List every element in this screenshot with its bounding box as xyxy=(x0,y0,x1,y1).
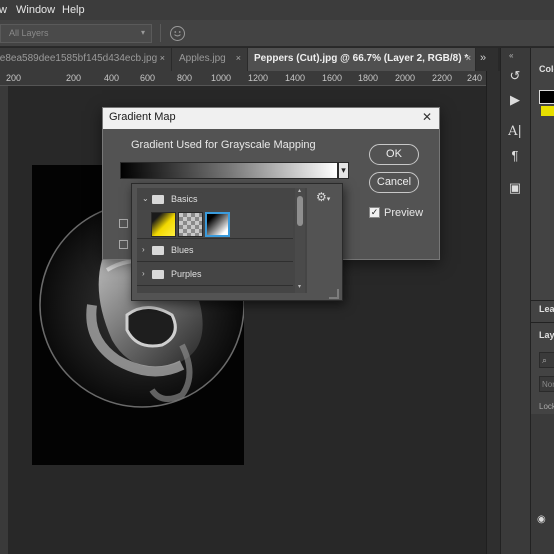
horizontal-ruler: 200 200 400 600 800 1000 1200 1400 1600 … xyxy=(0,71,486,86)
preset-group-blues[interactable]: › Blues xyxy=(137,239,293,261)
learn-panel-label[interactable]: Lea xyxy=(539,304,554,314)
ruler-label: 200 xyxy=(6,73,22,83)
close-icon[interactable]: × xyxy=(160,53,165,63)
dialog-title: Gradient Map xyxy=(109,111,176,123)
eye-visibility-icon[interactable]: ◉ xyxy=(537,514,546,525)
chevron-down-icon: ▾ xyxy=(140,28,145,37)
character-icon[interactable]: A| xyxy=(507,124,523,140)
reverse-checkbox[interactable] xyxy=(119,240,128,249)
smile-icon[interactable] xyxy=(170,26,185,41)
ok-button[interactable]: OK xyxy=(369,144,419,165)
panels-dock: Colo Lea Lay ⌕ Nor Lock ◉ xyxy=(530,48,554,554)
layers-list xyxy=(531,414,554,554)
menu-item-view[interactable]: w xyxy=(0,4,7,16)
picker-scroll-thumb[interactable] xyxy=(297,196,303,226)
3d-icon[interactable]: ▣ xyxy=(507,180,523,196)
background-color-swatch[interactable] xyxy=(541,106,554,116)
preset-group-label: Blues xyxy=(171,245,194,255)
ruler-label: 1000 xyxy=(211,73,232,83)
lock-label: Lock xyxy=(539,402,554,411)
gear-icon[interactable]: ⚙▾ xyxy=(316,190,330,204)
ruler-label: 1400 xyxy=(285,73,306,83)
close-icon[interactable]: ✕ xyxy=(422,110,432,124)
canvas-vertical-scrollbar[interactable] xyxy=(486,71,500,554)
scroll-up-icon[interactable]: ▴ xyxy=(298,187,301,194)
panel-divider xyxy=(531,300,554,301)
dither-checkbox[interactable] xyxy=(119,219,128,228)
preset-group-basics[interactable]: ⌄ Basics xyxy=(137,188,293,210)
preset-group-label: Basics xyxy=(171,194,198,204)
close-icon[interactable]: × xyxy=(466,53,471,63)
scroll-down-icon[interactable]: ▾ xyxy=(298,283,301,290)
resize-grip-icon[interactable] xyxy=(329,289,339,299)
tab-apples[interactable]: Apples.jpg × xyxy=(172,48,248,71)
folder-icon xyxy=(152,270,164,279)
foreground-color-swatch[interactable] xyxy=(539,90,554,104)
layers-panel-label[interactable]: Lay xyxy=(539,330,554,340)
ruler-label: 2200 xyxy=(432,73,453,83)
vertical-ruler xyxy=(0,86,8,554)
preview-checkbox[interactable]: ✓ xyxy=(369,207,380,218)
preset-group-label: Purples xyxy=(171,269,202,279)
tab-document-1[interactable]: fe8ea589dee1585bf145d434ecb.jpg × xyxy=(0,48,172,71)
folder-icon xyxy=(152,246,164,255)
photoshop-window: w Window Help All Layers ▾ fe8ea589dee15… xyxy=(0,0,554,554)
preview-label: Preview xyxy=(384,207,424,219)
ruler-label: 200 xyxy=(66,73,82,83)
ruler-label: 1200 xyxy=(248,73,269,83)
chevron-down-icon[interactable]: ⌄ xyxy=(142,194,149,203)
chevron-right-icon[interactable]: › xyxy=(142,245,145,254)
history-icon[interactable]: ↺ xyxy=(507,68,523,84)
row-divider xyxy=(137,261,293,262)
search-icon[interactable]: ⌕ xyxy=(539,352,554,368)
gradient-swatch-fg-transparent[interactable] xyxy=(178,212,203,237)
preset-group-purples[interactable]: › Purples xyxy=(137,263,293,285)
ruler-label: 240 xyxy=(467,73,483,83)
sample-layers-value: All Layers xyxy=(9,28,49,38)
folder-icon xyxy=(152,195,164,204)
menu-item-help[interactable]: Help xyxy=(62,4,85,16)
chevron-right-icon[interactable]: › xyxy=(142,269,145,278)
menu-item-window[interactable]: Window xyxy=(16,4,55,16)
collapse-chevron-icon[interactable]: « xyxy=(509,51,513,60)
paragraph-icon[interactable]: ¶ xyxy=(507,148,523,164)
gradient-swatch-fg-bg[interactable] xyxy=(151,212,176,237)
tab-peppers-active[interactable]: Peppers (Cut).jpg @ 66.7% (Layer 2, RGB/… xyxy=(248,48,476,71)
gradient-swatch-black-white-selected[interactable] xyxy=(205,212,230,237)
double-chevron-right-icon[interactable]: » xyxy=(480,52,486,64)
ruler-label: 400 xyxy=(104,73,120,83)
ruler-label: 800 xyxy=(177,73,193,83)
ruler-label: 2000 xyxy=(395,73,416,83)
menu-bar: w Window Help xyxy=(0,0,554,20)
smile-icon-glyph xyxy=(174,31,181,37)
chevron-down-icon[interactable]: ▾ xyxy=(338,162,349,179)
tab-label: Peppers (Cut).jpg @ 66.7% (Layer 2, RGB/… xyxy=(254,53,469,64)
play-icon[interactable]: ▶ xyxy=(507,92,523,108)
sample-layers-select[interactable]: All Layers ▾ xyxy=(0,24,152,43)
gradient-group-label: Gradient Used for Grayscale Mapping xyxy=(131,139,316,151)
panel-divider xyxy=(531,322,554,323)
ruler-label: 600 xyxy=(140,73,156,83)
row-divider xyxy=(137,285,293,286)
close-icon[interactable]: × xyxy=(236,53,241,63)
gradient-preview-bar[interactable] xyxy=(120,162,338,179)
options-separator xyxy=(160,24,161,42)
ruler-label: 1600 xyxy=(322,73,343,83)
tab-label: fe8ea589dee1585bf145d434ecb.jpg xyxy=(0,53,158,64)
cancel-button[interactable]: Cancel xyxy=(369,172,419,193)
color-panel-label[interactable]: Colo xyxy=(539,64,554,74)
blend-mode-select[interactable]: Nor xyxy=(539,376,554,392)
tab-label: Apples.jpg xyxy=(179,53,226,64)
ruler-label: 1800 xyxy=(358,73,379,83)
